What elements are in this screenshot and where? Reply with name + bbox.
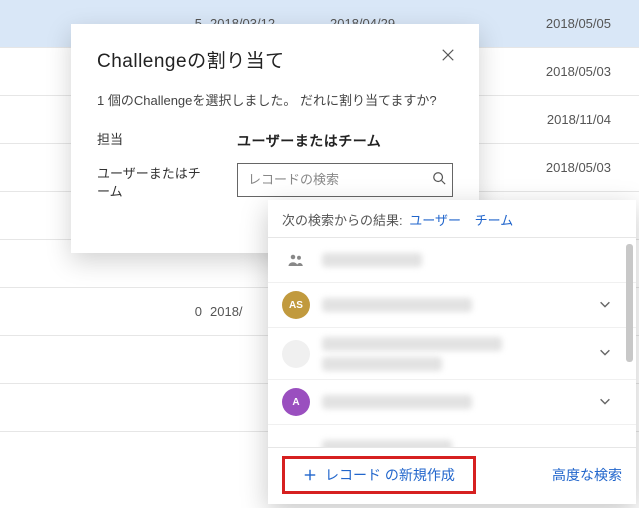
- new-record-label: レコード の新規作成: [325, 465, 455, 485]
- filter-user-link[interactable]: ユーザー: [409, 213, 461, 228]
- results-list: AS A: [268, 237, 636, 447]
- owner-label: 担当: [97, 131, 207, 149]
- cell: 2018/11/04: [529, 112, 639, 127]
- list-item[interactable]: [268, 328, 636, 380]
- lookup-dropdown: 次の検索からの結果: ユーザー チーム AS A レコード の新規作成 高度な検索: [268, 200, 636, 504]
- dialog-message: 1 個のChallengeを選択しました。 だれに割り当てますか?: [97, 91, 453, 111]
- search-box[interactable]: [237, 163, 453, 197]
- search-input[interactable]: [248, 172, 424, 187]
- new-record-button[interactable]: レコード の新規作成: [293, 461, 465, 489]
- search-icon[interactable]: [432, 171, 446, 188]
- list-item[interactable]: AS: [268, 283, 636, 328]
- section-label: ユーザーまたはチーム: [237, 131, 453, 151]
- dialog-title: Challengeの割り当て: [97, 46, 453, 73]
- filter-team-link[interactable]: チーム: [475, 213, 514, 228]
- avatar: A: [282, 388, 310, 416]
- chevron-down-icon: [598, 345, 612, 362]
- close-icon[interactable]: [437, 44, 459, 66]
- results-prefix: 次の検索からの結果:: [282, 213, 403, 228]
- list-item[interactable]: [268, 425, 636, 447]
- assign-to-label: ユーザーまたはチーム: [97, 165, 207, 201]
- team-icon: [282, 246, 310, 274]
- plus-icon: [303, 468, 317, 482]
- cell: 2018/05/05: [529, 16, 639, 31]
- chevron-down-icon: [598, 297, 612, 314]
- scrollbar-thumb[interactable]: [626, 244, 633, 362]
- avatar: [282, 340, 310, 368]
- cell: 0: [0, 304, 210, 319]
- avatar: [282, 433, 310, 447]
- highlight-annotation: レコード の新規作成: [282, 456, 476, 494]
- cell: 2018/05/03: [529, 160, 639, 175]
- advanced-search-link[interactable]: 高度な検索: [552, 465, 622, 485]
- cell: 2018/05/03: [529, 64, 639, 79]
- chevron-down-icon: [598, 394, 612, 411]
- avatar: AS: [282, 291, 310, 319]
- list-item[interactable]: [268, 238, 636, 283]
- list-item[interactable]: A: [268, 380, 636, 425]
- results-header: 次の検索からの結果: ユーザー チーム: [268, 200, 636, 237]
